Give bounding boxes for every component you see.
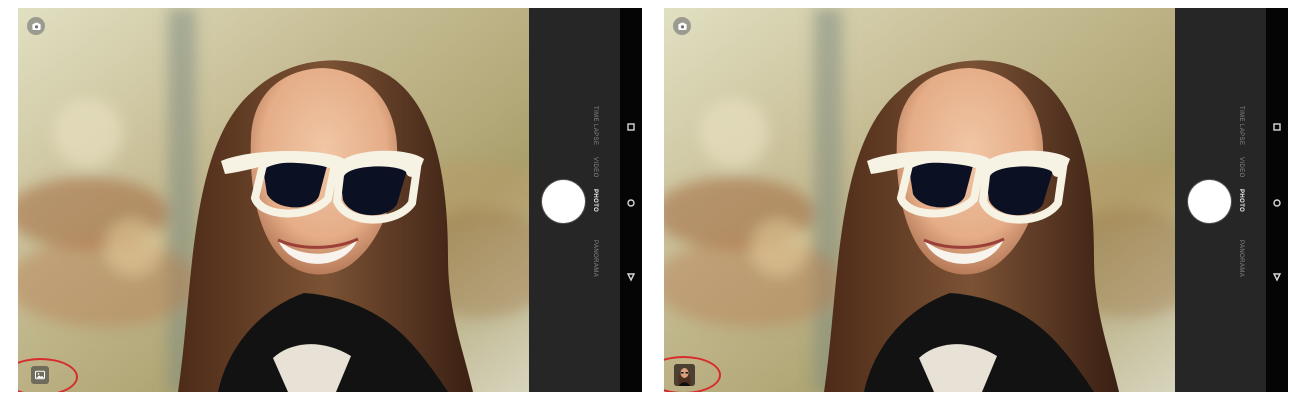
mode-photo[interactable]: Photo <box>1238 189 1244 212</box>
camera-switch-button[interactable] <box>673 17 691 35</box>
recent-apps-button[interactable] <box>626 122 636 132</box>
camera-viewfinder <box>664 8 1175 392</box>
last-photo-thumbnail-button[interactable] <box>674 364 695 386</box>
recent-apps-button[interactable] <box>1272 122 1282 132</box>
mode-video[interactable]: Video <box>1238 157 1244 178</box>
home-button[interactable] <box>1272 198 1282 208</box>
mode-time-lapse[interactable]: Time Lapse <box>592 106 598 145</box>
home-button[interactable] <box>626 198 636 208</box>
shutter-button[interactable] <box>542 180 585 223</box>
circle-icon <box>1273 199 1281 207</box>
back-button[interactable] <box>626 272 636 282</box>
camera-icon <box>31 22 41 30</box>
square-icon <box>627 123 635 131</box>
camera-screen-right: Time Lapse Video Photo Panorama <box>664 8 1288 392</box>
triangle-icon <box>1272 273 1282 282</box>
camera-app-comparison: Time Lapse Video Photo Panorama <box>0 0 1290 398</box>
triangle-icon <box>626 273 636 282</box>
circle-icon <box>627 199 635 207</box>
mode-time-lapse[interactable]: Time Lapse <box>1238 106 1244 145</box>
mode-video[interactable]: Video <box>592 157 598 178</box>
back-button[interactable] <box>1272 272 1282 282</box>
gallery-button[interactable] <box>31 366 49 384</box>
camera-viewfinder <box>18 8 529 392</box>
photo-thumbnail <box>674 364 695 386</box>
shutter-button[interactable] <box>1188 180 1231 223</box>
gallery-icon <box>34 370 46 380</box>
camera-switch-button[interactable] <box>27 17 45 35</box>
mode-photo[interactable]: Photo <box>592 189 598 212</box>
square-icon <box>1273 123 1281 131</box>
camera-icon <box>677 22 687 30</box>
mode-panorama[interactable]: Panorama <box>592 240 598 277</box>
mode-panorama[interactable]: Panorama <box>1238 240 1244 277</box>
camera-screen-left: Time Lapse Video Photo Panorama <box>18 8 642 392</box>
